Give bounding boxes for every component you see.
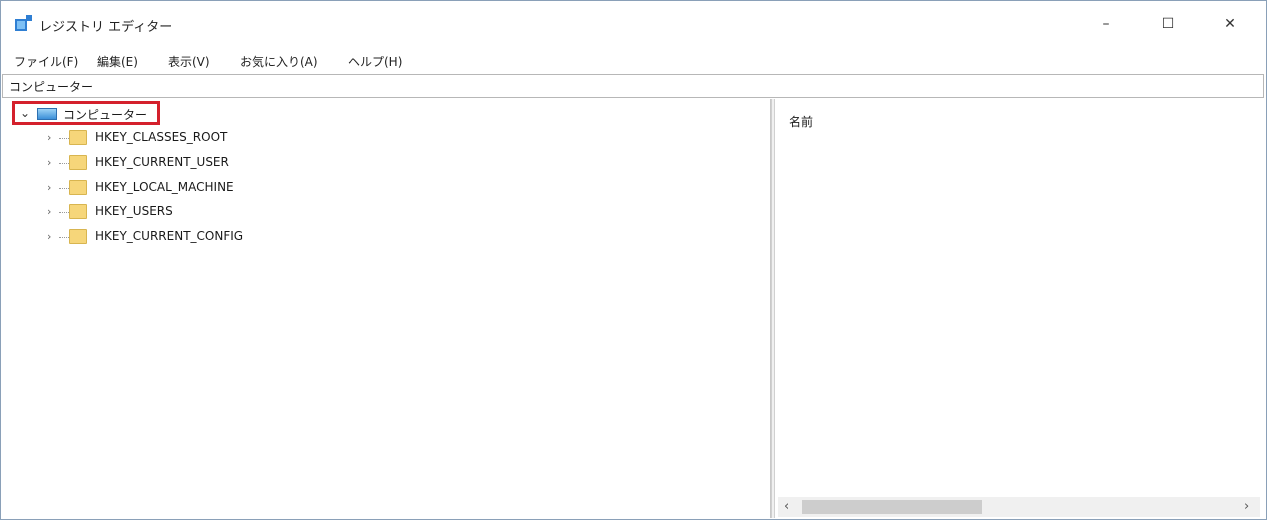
chevron-right-icon[interactable]: › [47, 230, 51, 243]
menu-edit[interactable]: 編集(E) [94, 53, 141, 70]
chevron-right-icon[interactable]: › [47, 181, 51, 194]
scroll-right-icon[interactable]: › [1244, 499, 1249, 514]
address-bar[interactable]: コンピューター [2, 74, 1264, 98]
folder-icon [69, 204, 87, 219]
tree-root-label: コンピューター [63, 108, 148, 122]
menu-help[interactable]: ヘルプ(H) [345, 53, 405, 70]
address-text: コンピューター [9, 80, 94, 94]
scroll-left-icon[interactable]: ‹ [784, 499, 789, 514]
menu-view[interactable]: 表示(V) [165, 53, 213, 70]
minimize-button[interactable]: – [1084, 9, 1128, 39]
tree-connector [59, 212, 69, 213]
chevron-down-icon[interactable]: ⌄ [20, 106, 30, 120]
chevron-right-icon[interactable]: › [47, 205, 51, 218]
chevron-right-icon[interactable]: › [47, 131, 51, 144]
folder-icon [69, 155, 87, 170]
registry-editor-window: レジストリ エディター – ☐ ✕ ファイル(F) 編集(E) 表示(V) お気… [0, 0, 1267, 520]
tree-item-label: HKEY_CURRENT_CONFIG [95, 229, 244, 243]
menu-file[interactable]: ファイル(F) [11, 53, 81, 70]
folder-icon [69, 130, 87, 145]
tree-connector [59, 188, 69, 189]
tree-item-label: HKEY_USERS [95, 204, 173, 218]
registry-editor-icon [15, 15, 32, 31]
tree-item-hkey-current-config[interactable]: › HKEY_CURRENT_CONFIG [41, 226, 441, 248]
horizontal-scrollbar[interactable]: ‹ › [778, 497, 1260, 517]
maximize-button[interactable]: ☐ [1146, 9, 1190, 39]
title-bar: レジストリ エディター – ☐ ✕ [1, 1, 1266, 45]
close-button[interactable]: ✕ [1208, 9, 1252, 39]
tree-item-hkey-classes-root[interactable]: › HKEY_CLASSES_ROOT [41, 127, 441, 149]
tree-item-hkey-current-user[interactable]: › HKEY_CURRENT_USER [41, 152, 441, 174]
tree-root-computer[interactable]: ⌄ コンピューター [12, 101, 160, 125]
computer-icon [37, 108, 57, 120]
folder-icon [69, 229, 87, 244]
window-title: レジストリ エディター [39, 20, 173, 35]
menu-favorites[interactable]: お気に入り(A) [237, 53, 321, 70]
tree-connector [59, 138, 69, 139]
scrollbar-thumb[interactable] [802, 500, 982, 514]
tree-item-hkey-local-machine[interactable]: › HKEY_LOCAL_MACHINE [41, 177, 441, 199]
value-list-pane[interactable] [775, 99, 1262, 518]
tree-item-hkey-users[interactable]: › HKEY_USERS [41, 201, 441, 223]
tree-connector [59, 237, 69, 238]
tree-item-label: HKEY_LOCAL_MACHINE [95, 180, 234, 194]
menu-bar: ファイル(F) 編集(E) 表示(V) お気に入り(A) ヘルプ(H) [1, 50, 1266, 72]
folder-icon [69, 180, 87, 195]
chevron-right-icon[interactable]: › [47, 156, 51, 169]
tree-connector [59, 163, 69, 164]
tree-item-label: HKEY_CURRENT_USER [95, 155, 229, 169]
column-header-name[interactable]: 名前 [789, 113, 813, 130]
tree-item-label: HKEY_CLASSES_ROOT [95, 130, 228, 144]
